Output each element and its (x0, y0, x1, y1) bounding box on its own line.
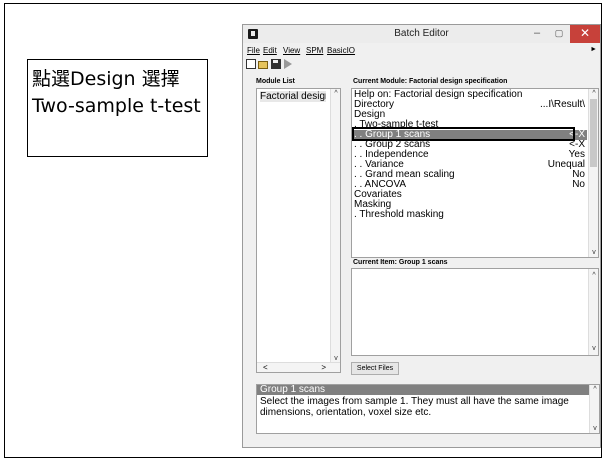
tree-row[interactable]: . Threshold masking (354, 210, 587, 220)
scroll-up-icon[interactable]: ^ (589, 90, 598, 97)
scroll-down-icon[interactable]: v (589, 345, 598, 352)
menu-file[interactable]: File (247, 46, 260, 55)
module-list-hscroll[interactable]: < > (257, 362, 340, 372)
menu-bar: File Edit View SPM BasicIO ► (243, 44, 600, 58)
tree-row[interactable]: Directory ...I\Result\ (354, 100, 587, 110)
batch-editor-window: Batch Editor – ▢ ✕ File Edit View SPM Ba… (242, 24, 601, 448)
title-bar: Batch Editor – ▢ ✕ (243, 25, 600, 43)
scroll-up-icon[interactable]: ^ (331, 90, 340, 97)
scroll-down-icon[interactable]: v (331, 355, 340, 362)
instruction-callout: 點選Design 選擇 Two-sample t-test (27, 59, 208, 157)
module-settings-tree[interactable]: Help on: Factorial design specification … (351, 88, 599, 258)
toolbar (243, 59, 600, 72)
help-text: Select the images from sample 1. They mu… (260, 396, 569, 418)
menu-edit[interactable]: Edit (263, 46, 277, 55)
current-item-label: Current Item: Group 1 scans (353, 259, 448, 266)
minimize-button[interactable]: – (526, 25, 548, 43)
scroll-up-icon[interactable]: ^ (590, 386, 599, 393)
scroll-up-icon[interactable]: ^ (589, 272, 598, 279)
menu-view[interactable]: View (283, 46, 300, 55)
highlight-box (352, 127, 575, 141)
maximize-button[interactable]: ▢ (548, 25, 570, 43)
new-file-icon[interactable] (246, 59, 256, 69)
scroll-right-icon[interactable]: > (321, 363, 326, 372)
close-button[interactable]: ✕ (570, 25, 600, 43)
help-panel: Group 1 scans Select the images from sam… (256, 384, 600, 434)
scroll-left-icon[interactable]: < (263, 363, 268, 372)
help-vscroll[interactable]: ^ v (589, 385, 599, 433)
tree-vscroll[interactable]: ^ v (588, 89, 598, 257)
module-list-item[interactable]: Factorial design (260, 91, 326, 102)
menu-overflow-icon[interactable]: ► (590, 46, 597, 53)
module-list-label: Module List (256, 78, 295, 85)
save-disk-icon[interactable] (271, 59, 281, 69)
item-box-vscroll[interactable]: ^ v (588, 269, 598, 355)
module-list[interactable]: Factorial design ^ v < > (256, 88, 341, 373)
menu-spm[interactable]: SPM (306, 46, 323, 55)
menu-basicio[interactable]: BasicIO (327, 46, 355, 55)
run-play-icon[interactable] (284, 59, 292, 69)
module-list-vscroll[interactable]: ^ v (330, 89, 340, 372)
current-item-box[interactable]: ^ v (351, 268, 599, 356)
scroll-down-icon[interactable]: v (589, 249, 598, 256)
help-title: Group 1 scans (257, 385, 590, 395)
select-files-button[interactable]: Select Files (351, 362, 399, 375)
open-folder-icon[interactable] (258, 61, 268, 69)
scroll-down-icon[interactable]: v (590, 425, 599, 432)
scroll-thumb[interactable] (590, 99, 597, 167)
current-module-label: Current Module: Factorial design specifi… (353, 78, 508, 85)
